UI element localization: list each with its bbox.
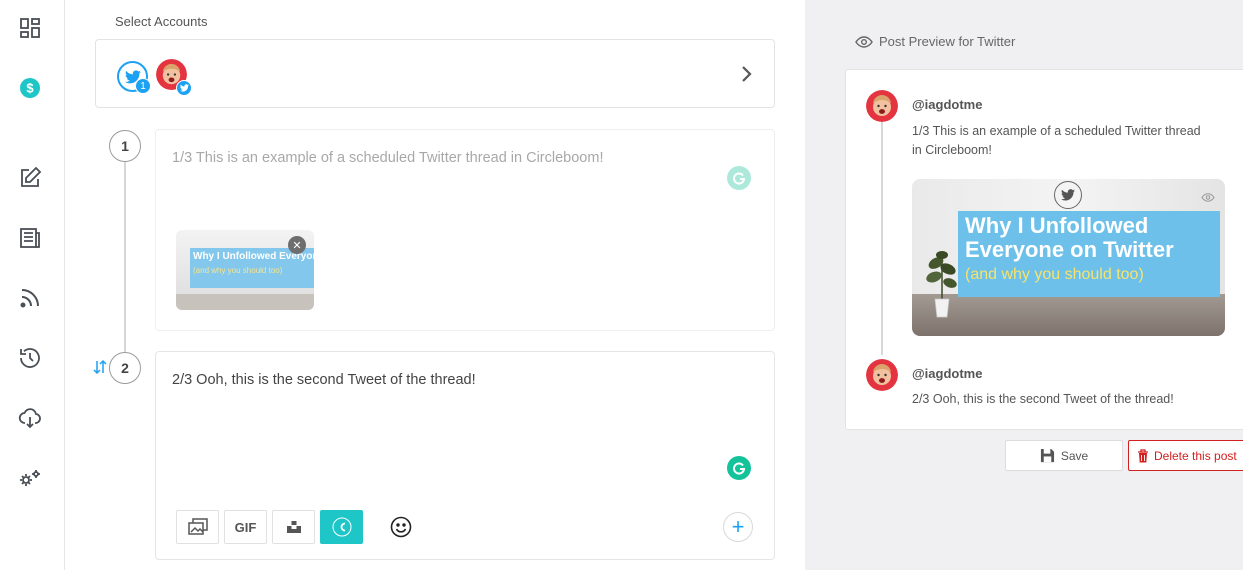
avatar: [866, 90, 898, 122]
save-label: Save: [1060, 448, 1089, 463]
trash-icon: [1138, 448, 1148, 462]
thumbnail-subtitle: (and why you should too): [193, 266, 283, 275]
history-icon[interactable]: [17, 345, 43, 371]
rss-icon[interactable]: [17, 285, 43, 311]
dollar-icon[interactable]: $: [17, 75, 43, 101]
delete-post-button[interactable]: Delete this post: [1128, 440, 1243, 471]
eye-icon: [1201, 189, 1215, 207]
save-button[interactable]: Save: [1005, 440, 1123, 471]
preview-header: Post Preview for Twitter: [855, 34, 1015, 49]
eye-icon: [855, 35, 873, 48]
twitter-badge-icon: [176, 80, 192, 96]
compose-icon[interactable]: [17, 165, 43, 191]
add-image-button[interactable]: [176, 510, 219, 544]
preview-tweet-text: 2/3 Ooh, this is the second Tweet of the…: [912, 392, 1174, 406]
tweet-text[interactable]: 1/3 This is an example of a scheduled Tw…: [172, 150, 603, 166]
twitter-account-count: 1: [135, 78, 151, 94]
chevron-right-icon[interactable]: [740, 64, 754, 84]
preview-handle: @iagdotme: [912, 97, 983, 112]
preview-pane: Post Preview for Twitter @iagdotme 1/3 T…: [805, 0, 1243, 570]
thumbnail-overlay: Why I Unfollowed Everyone on Twitter (an…: [190, 248, 314, 288]
preview-title: Post Preview for Twitter: [879, 34, 1016, 49]
emoji-icon[interactable]: [390, 516, 412, 538]
tweet-editor-1[interactable]: 1/3 This is an example of a scheduled Tw…: [155, 129, 775, 331]
image-title-overlay: Why I Unfollowed Everyone on Twitter (an…: [958, 211, 1220, 297]
preview-tweet-text: 1/3 This is an example of a scheduled Tw…: [912, 124, 1201, 157]
reorder-icon[interactable]: [93, 359, 107, 375]
tweet-editor-2[interactable]: 2/3 Ooh, this is the second Tweet of the…: [155, 351, 775, 560]
tweet-text[interactable]: 2/3 Ooh, this is the second Tweet of the…: [172, 372, 476, 388]
tweet-number-1: 1: [109, 130, 141, 162]
add-tweet-button[interactable]: +: [723, 512, 753, 542]
unsplash-button[interactable]: [272, 510, 315, 544]
gif-button[interactable]: GIF: [224, 510, 267, 544]
select-accounts-label: Select Accounts: [115, 14, 208, 29]
account-selector[interactable]: 1: [95, 39, 775, 108]
floppy-icon: [1040, 448, 1054, 463]
articles-icon[interactable]: [17, 225, 43, 251]
grammarly-icon[interactable]: [727, 456, 751, 480]
preview-handle: @iagdotme: [912, 366, 983, 381]
thumbnail-floor: [176, 294, 314, 310]
grammarly-icon[interactable]: [727, 166, 751, 190]
svg-text:$: $: [26, 81, 34, 96]
settings-icon[interactable]: [17, 465, 43, 491]
preview-image: Why I Unfollowed Everyone on Twitter (an…: [912, 179, 1225, 336]
image-subtitle: (and why you should too): [965, 266, 1144, 283]
twitter-logo-icon: [1054, 181, 1082, 209]
preview-thread-line: [881, 120, 883, 355]
canva-button[interactable]: [320, 510, 363, 544]
remove-attachment-icon[interactable]: ✕: [288, 236, 306, 254]
sidebar: $: [0, 0, 65, 570]
cloud-download-icon[interactable]: [17, 405, 43, 431]
avatar: [866, 359, 898, 391]
dashboard-icon[interactable]: [17, 15, 43, 41]
tweet-number-2: 2: [109, 352, 141, 384]
image-title: Why I Unfollowed Everyone on Twitter: [965, 213, 1174, 262]
thread-connector: [124, 160, 126, 352]
tweet-preview-card: @iagdotme 1/3 This is an example of a sc…: [845, 69, 1243, 430]
delete-label: Delete this post: [1154, 448, 1237, 463]
attachment-thumbnail: Why I Unfollowed Everyone on Twitter (an…: [176, 230, 314, 310]
